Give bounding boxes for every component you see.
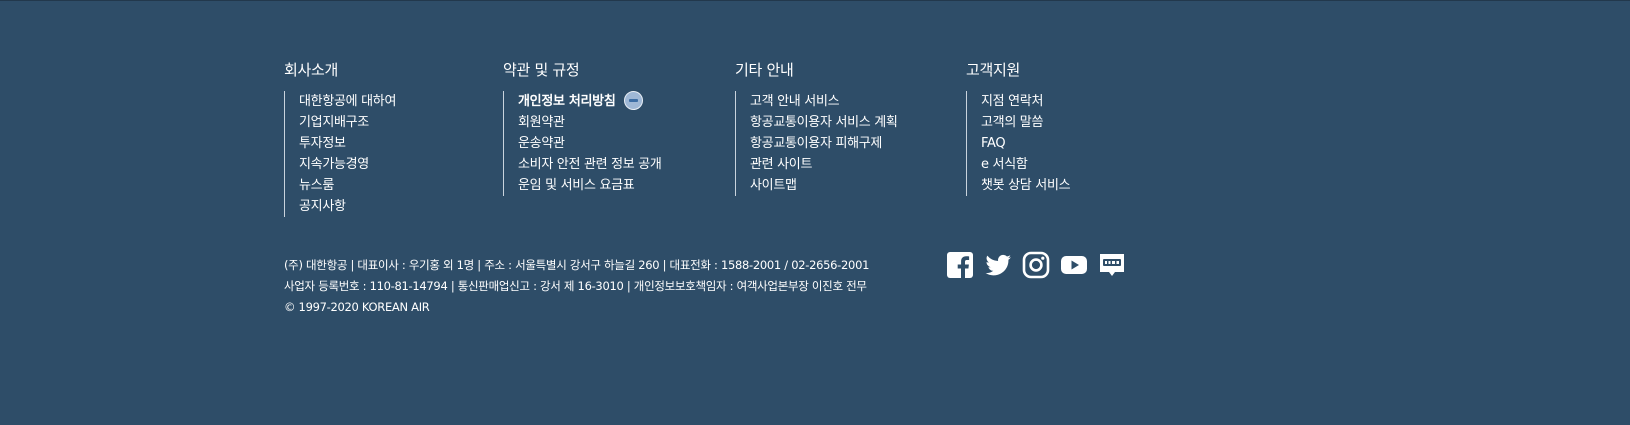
list-item[interactable]: 대한항공에 대하여 <box>299 91 396 112</box>
column-title: 회사소개 <box>284 61 339 79</box>
company-info-line-1: (주) 대한항공 | 대표이사 : 우기홍 외 1명 | 주소 : 서울특별시 … <box>284 258 870 272</box>
footer-column-company: 회사소개 대한항공에 대하여 기업지배구조 투자정보 지속가능경영 뉴스룸 공지… <box>284 59 396 217</box>
link-related-sites[interactable]: 관련 사이트 <box>750 157 812 172</box>
link-fares-and-fees[interactable]: 운임 및 서비스 요금표 <box>518 178 635 193</box>
link-consumer-safety-info[interactable]: 소비자 안전 관련 정보 공개 <box>518 157 662 172</box>
list-item[interactable]: FAQ <box>981 133 1070 154</box>
list-item[interactable]: 사이트맵 <box>750 175 898 196</box>
link-privacy-policy[interactable]: 개인정보 처리방침 <box>518 94 616 109</box>
link-chatbot[interactable]: 챗봇 상담 서비스 <box>981 178 1071 193</box>
list-item[interactable]: 항공교통이용자 피해구제 <box>750 133 898 154</box>
list-item[interactable]: 뉴스룸 <box>299 175 396 196</box>
list-item[interactable]: 개인정보 처리방침 <box>518 91 662 112</box>
link-customer-service[interactable]: 고객 안내 서비스 <box>750 94 840 109</box>
privacy-certification-badge-icon <box>623 91 643 110</box>
list-item[interactable]: 공지사항 <box>299 196 396 217</box>
link-faq[interactable]: FAQ <box>981 136 1006 151</box>
list-item[interactable]: 운송약관 <box>518 133 662 154</box>
other-info-links: 고객 안내 서비스 항공교통이용자 서비스 계획 항공교통이용자 피해구제 관련… <box>735 91 898 196</box>
facebook-icon[interactable] <box>946 251 974 279</box>
link-newsroom[interactable]: 뉴스룸 <box>299 178 334 193</box>
link-sustainability[interactable]: 지속가능경영 <box>299 157 369 172</box>
terms-links: 개인정보 처리방침 회원약관 운송약관 소비자 안전 관련 정보 공개 운임 및… <box>503 91 662 196</box>
link-membership-terms[interactable]: 회원약관 <box>518 115 565 130</box>
link-notices[interactable]: 공지사항 <box>299 199 346 214</box>
link-customer-voice[interactable]: 고객의 말씀 <box>981 115 1043 130</box>
list-item[interactable]: 챗봇 상담 서비스 <box>981 175 1071 196</box>
link-branch-contacts[interactable]: 지점 연락처 <box>981 94 1043 109</box>
link-damage-relief[interactable]: 항공교통이용자 피해구제 <box>750 136 882 151</box>
column-title: 고객지원 <box>966 61 1021 79</box>
list-item[interactable]: 운임 및 서비스 요금표 <box>518 175 662 196</box>
copyright: © 1997-2020 KOREAN AIR <box>284 300 430 314</box>
twitter-icon[interactable] <box>984 251 1012 279</box>
list-item[interactable]: 항공교통이용자 서비스 계획 <box>750 112 898 133</box>
youtube-icon[interactable] <box>1060 251 1088 279</box>
link-conditions-of-carriage[interactable]: 운송약관 <box>518 136 565 151</box>
list-item[interactable]: 회원약관 <box>518 112 662 133</box>
link-investor-info[interactable]: 투자정보 <box>299 136 346 151</box>
column-title: 약관 및 규정 <box>503 61 580 79</box>
site-footer: 회사소개 대한항공에 대하여 기업지배구조 투자정보 지속가능경영 뉴스룸 공지… <box>0 0 1630 425</box>
list-item[interactable]: 고객 안내 서비스 <box>750 91 898 112</box>
instagram-icon[interactable] <box>1022 251 1050 279</box>
list-item[interactable]: 투자정보 <box>299 133 396 154</box>
link-sitemap[interactable]: 사이트맵 <box>750 178 797 193</box>
list-item[interactable]: 기업지배구조 <box>299 112 396 133</box>
blog-icon[interactable] <box>1098 251 1126 279</box>
link-service-plan[interactable]: 항공교통이용자 서비스 계획 <box>750 115 898 130</box>
list-item[interactable]: 고객의 말씀 <box>981 112 1070 133</box>
list-item[interactable]: e 서식함 <box>981 154 1070 175</box>
footer-column-other-info: 기타 안내 고객 안내 서비스 항공교통이용자 서비스 계획 항공교통이용자 피… <box>735 59 898 196</box>
list-item[interactable]: 지점 연락처 <box>981 91 1070 112</box>
link-e-forms[interactable]: e 서식함 <box>981 157 1028 172</box>
company-links: 대한항공에 대하여 기업지배구조 투자정보 지속가능경영 뉴스룸 공지사항 <box>284 91 396 217</box>
company-info: (주) 대한항공 | 대표이사 : 우기홍 외 1명 | 주소 : 서울특별시 … <box>284 255 869 318</box>
link-about-korean-air[interactable]: 대한항공에 대하여 <box>299 94 396 109</box>
footer-column-support: 고객지원 지점 연락처 고객의 말씀 FAQ e 서식함 챗봇 상담 서비스 <box>966 59 1071 196</box>
list-item[interactable]: 관련 사이트 <box>750 154 898 175</box>
link-corporate-governance[interactable]: 기업지배구조 <box>299 115 369 130</box>
company-info-line-2: 사업자 등록번호 : 110-81-14794 | 통신판매업신고 : 강서 제… <box>284 279 867 293</box>
column-title: 기타 안내 <box>735 61 794 79</box>
list-item[interactable]: 지속가능경영 <box>299 154 396 175</box>
social-links <box>946 251 1126 279</box>
list-item[interactable]: 소비자 안전 관련 정보 공개 <box>518 154 662 175</box>
footer-column-terms: 약관 및 규정 개인정보 처리방침 회원약관 운송약관 소비자 안전 관련 정보… <box>503 59 662 196</box>
support-links: 지점 연락처 고객의 말씀 FAQ e 서식함 챗봇 상담 서비스 <box>966 91 1071 196</box>
